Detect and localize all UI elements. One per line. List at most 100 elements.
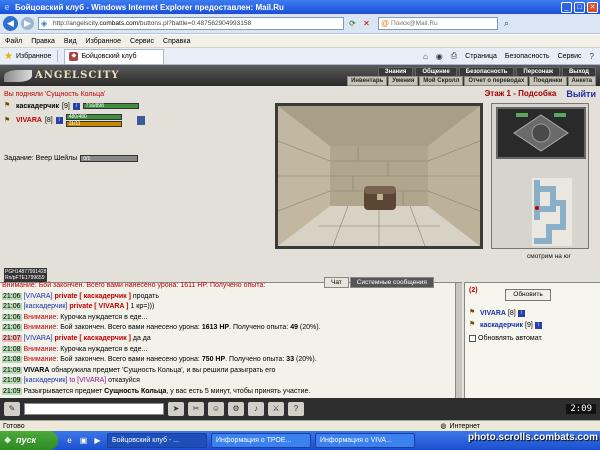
start-label: пуск [16,435,37,445]
player-name[interactable]: VIVARA [16,117,42,124]
taskbar-item[interactable]: Информация о VIVA... [315,433,415,448]
menu-help[interactable]: Справка [163,38,190,45]
chat-timestamp[interactable]: 21:06 [2,313,22,321]
auto-refresh-checkbox[interactable] [469,335,476,342]
chat-log: Внимание: Бой закончен. Всего вами нанес… [2,282,454,408]
wing-icon [4,69,32,82]
nav-my-scroll[interactable]: Мой Скролл [419,76,464,86]
search-icon[interactable]: ⌕ [500,17,513,30]
chat-text: private [ VIVARA ] [67,303,129,311]
chat-text[interactable]: [VIVARA] [23,335,52,342]
search-input[interactable]: @ Поиск@Mail.Ru [378,17,498,30]
chat-timestamp[interactable]: 21:06 [2,303,22,311]
menu-file[interactable]: Файл [5,38,22,45]
chat-button-icon[interactable]: ✎ [4,402,20,416]
cmd-page[interactable]: Страница [465,53,497,60]
clear-icon[interactable]: ✂ [188,402,204,416]
user-name[interactable]: VIVARA [480,310,506,317]
forward-icon[interactable]: ▶ [21,17,34,30]
tab-title: Бойцовский клуб [81,53,137,60]
chat-text: продать [130,292,159,300]
chat-input[interactable] [24,403,164,415]
back-icon[interactable]: ◀ [3,16,18,31]
menu-tools[interactable]: Сервис [130,38,154,45]
menu-favorites[interactable]: Избранное [86,38,121,45]
start-button[interactable]: ❖ пуск [0,431,58,450]
compass-icon[interactable] [496,107,586,159]
info-icon[interactable]: i [55,117,63,124]
menu-view[interactable]: Вид [64,38,77,45]
taskbar-item[interactable]: Информация о ТРОЕ... [211,433,311,448]
print-icon[interactable]: ⎙ [451,51,457,61]
info-icon[interactable]: i [534,321,542,329]
chat-text: Бой закончен. Всего вами нанесено урона: [58,356,202,364]
stop-icon[interactable]: ✕ [361,18,372,29]
fight-icon[interactable]: ⚔ [268,402,284,416]
cmd-tools[interactable]: Сервис [558,53,582,60]
refresh-button[interactable]: Обновить [505,289,551,301]
chat-scrollbar[interactable] [455,283,462,415]
media-icon[interactable]: ▶ [92,435,103,446]
flag-icon: ⚑ [469,321,476,328]
favorites-label[interactable]: Избранное [16,53,51,60]
mailru-icon: @ [381,19,390,28]
desktop-icon[interactable]: ▣ [78,435,89,446]
nav-fights[interactable]: Поединки [529,76,567,86]
nav-transfer-report[interactable]: Отчет о переводах [464,76,529,86]
feeds-icon[interactable]: ◉ [436,52,443,61]
chat-text: 1613 HP [201,324,230,332]
globe-icon: ◍ [440,423,447,430]
game-nav-bottom: Инвентарь Умения Мой Скролл Отчет о пере… [347,76,596,86]
url-field[interactable]: ◈ http://angelscity.combats.com/buttons.… [38,17,344,30]
chat-text: . Получено опыта: [225,356,287,364]
dungeon-view[interactable] [275,103,483,249]
window-title: Бойцовский клуб - Windows Internet Explo… [15,2,284,12]
chat-text: Внимание: [23,313,59,321]
chat-timestamp[interactable]: 21:08 [2,356,22,364]
player-name[interactable]: каскадерчик [16,103,59,110]
nav-profile[interactable]: Анкета [567,76,596,86]
close-button[interactable]: ✕ [587,1,598,13]
refresh-icon[interactable]: ⟳ [347,18,358,29]
player-level: [9] [62,102,70,110]
nav-skills[interactable]: Умения [388,76,419,86]
chat-line: 21:09 [каскадерчик] to [VIVARA] отказуйс… [2,376,454,387]
chat-text[interactable]: [каскадерчик] [23,377,67,384]
window-titlebar: e Бойцовский клуб - Windows Internet Exp… [0,0,600,14]
flag-icon: ⚑ [4,102,11,109]
taskbar-item[interactable]: Бойцовский клуб - ... [107,433,207,448]
chat-line: 21:08 Внимание: Курочка нуждается в еде.… [2,345,454,356]
info-icon[interactable]: i [517,309,525,317]
help-icon[interactable]: ? [288,402,304,416]
location-header: Этаж 1 - Подсобка Выйти [430,89,600,99]
chat-timestamp[interactable]: 21:09 [2,387,22,395]
menu-edit[interactable]: Правка [31,38,55,45]
info-icon[interactable]: i [72,102,80,110]
mute-icon[interactable]: ♪ [248,402,264,416]
maximize-button[interactable]: □ [574,1,585,13]
home-icon[interactable]: ⌂ [423,52,428,61]
chat-timestamp[interactable]: 21:09 [2,366,22,374]
chat-timestamp[interactable]: 21:08 [2,345,22,353]
chat-timestamp[interactable]: 21:09 [2,377,22,385]
help-icon[interactable]: ? [590,52,594,61]
browser-tab[interactable]: ◆ Бойцовский клуб [64,48,165,64]
smiley-icon[interactable]: ☺ [208,402,224,416]
chat-text: Курочка нуждается в еде... [58,313,148,321]
chat-text[interactable]: [VIVARA] [23,293,52,300]
cmd-safety[interactable]: Безопасность [505,53,550,60]
chat-timestamp[interactable]: 21:06 [2,292,22,300]
send-icon[interactable]: ➤ [168,402,184,416]
user-name[interactable]: каскадерчик [480,322,523,329]
ie-quicklaunch-icon[interactable]: e [64,435,75,446]
minimize-button[interactable]: _ [561,1,572,13]
party-member: ⚑ каскадерчик [9] i 716/898 [4,102,269,110]
chat-text: 1 кр=))) [128,303,155,311]
chat-timestamp[interactable]: 21:06 [2,324,22,332]
filter-icon[interactable]: ⚙ [228,402,244,416]
chat-timestamp[interactable]: 21:07 [2,334,22,342]
exit-link[interactable]: Выйти [566,89,596,99]
favorites-star-icon[interactable]: ★ [4,51,13,62]
nav-inventory[interactable]: Инвентарь [347,76,388,86]
chat-text[interactable]: [каскадерчик] [23,303,67,310]
